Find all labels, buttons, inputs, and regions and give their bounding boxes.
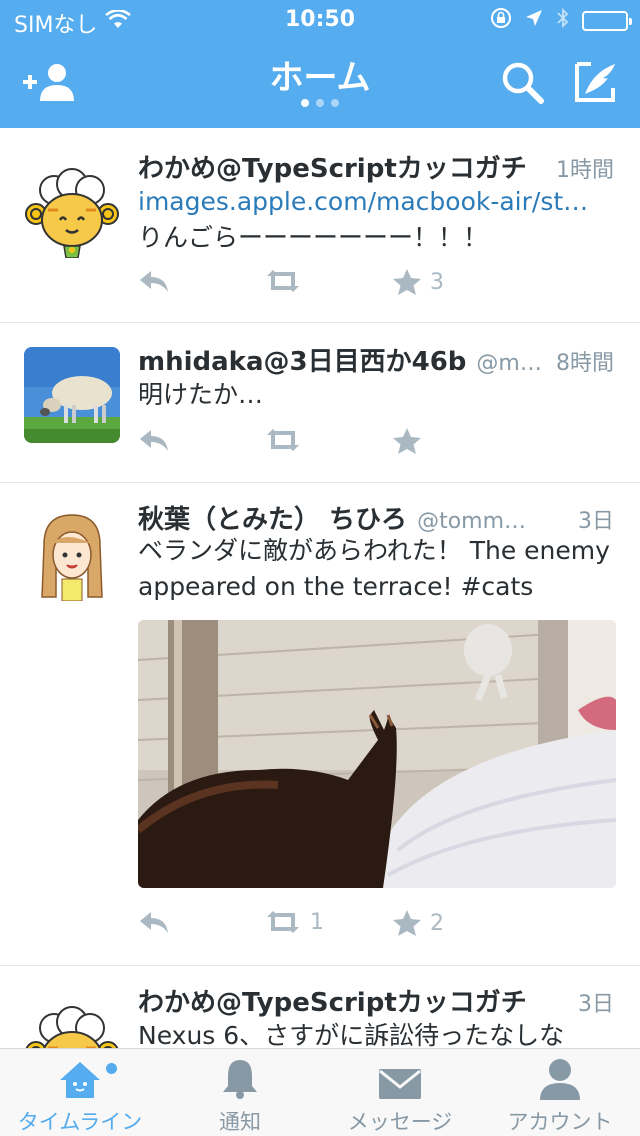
tweet-author-handle[interactable]: @tomm… bbox=[417, 509, 572, 534]
tweet-link[interactable]: images.apple.com/macbook-air/st… bbox=[138, 184, 618, 220]
battery-icon bbox=[582, 11, 632, 31]
search-icon bbox=[500, 60, 544, 108]
retweet-icon bbox=[267, 911, 299, 933]
favorite-button[interactable]: 2 bbox=[392, 909, 444, 937]
tweet-header: わかめ@TypeScriptカッコガチ 3日 bbox=[138, 982, 614, 1022]
envelope-icon bbox=[378, 1057, 422, 1100]
tweet-header: mhidaka@3日目西か46b @mhi… 8時間 bbox=[138, 341, 614, 381]
reply-icon bbox=[140, 912, 168, 933]
page-dot bbox=[316, 99, 324, 107]
retweet-count: 1 bbox=[310, 909, 324, 935]
home-icon bbox=[58, 1057, 102, 1100]
retweet-button[interactable]: 1 bbox=[264, 909, 324, 935]
favorite-count: 3 bbox=[430, 269, 444, 295]
tweet[interactable]: わかめ@TypeScriptカッコガチ 1時間 images.apple.com… bbox=[0, 128, 640, 323]
tab-notifications[interactable]: 通知 bbox=[160, 1049, 320, 1136]
bell-icon bbox=[220, 1057, 260, 1100]
tab-bar: タイムライン 通知 メッセージ アカウント bbox=[0, 1048, 640, 1136]
retweet-button[interactable] bbox=[264, 268, 310, 294]
tweet-header: わかめ@TypeScriptカッコガチ 1時間 bbox=[138, 148, 614, 188]
unread-dot bbox=[106, 1063, 117, 1074]
star-icon bbox=[393, 910, 421, 936]
compose-button[interactable] bbox=[570, 58, 622, 110]
person-icon bbox=[538, 1057, 582, 1100]
star-icon bbox=[393, 428, 421, 454]
tweet-author-handle[interactable]: @mhi… bbox=[476, 351, 550, 376]
tab-label: アカウント bbox=[507, 1110, 613, 1134]
tweet-author-name[interactable]: わかめ@TypeScriptカッコガチ bbox=[138, 148, 527, 185]
tweet-text: 明けたか… bbox=[138, 380, 264, 409]
tweet[interactable]: わかめ@TypeScriptカッコガチ 3日 Nexus 6、さすがに訴訟待った… bbox=[0, 966, 640, 1048]
bluetooth-icon bbox=[556, 6, 570, 36]
tab-timeline[interactable]: タイムライン bbox=[0, 1049, 160, 1136]
rotation-lock-icon bbox=[490, 7, 512, 35]
timeline[interactable]: わかめ@TypeScriptカッコガチ 1時間 images.apple.com… bbox=[0, 128, 640, 1048]
tab-label: タイムライン bbox=[17, 1110, 143, 1134]
avatar[interactable] bbox=[24, 1000, 120, 1048]
tweet[interactable]: 秋葉（とみた） ちひろ @tomm… 3日 ベランダに敵があらわれた！ The … bbox=[0, 483, 640, 966]
favorite-button[interactable]: 3 bbox=[392, 268, 444, 296]
star-icon bbox=[393, 269, 421, 295]
tweet-text: ベランダに敵があらわれた！ The enemy appeared on the … bbox=[138, 536, 610, 601]
reply-icon bbox=[140, 430, 168, 451]
page-dot bbox=[331, 99, 339, 107]
tab-label: 通知 bbox=[219, 1110, 261, 1134]
avatar[interactable] bbox=[24, 347, 120, 443]
page-dot bbox=[301, 99, 309, 107]
tweet-time: 3日 bbox=[578, 509, 614, 534]
tweet-time: 3日 bbox=[578, 992, 614, 1017]
tweet-author-name[interactable]: わかめ@TypeScriptカッコガチ bbox=[138, 982, 527, 1019]
favorite-button[interactable] bbox=[392, 427, 430, 455]
tab-label: メッセージ bbox=[347, 1110, 453, 1134]
reply-button[interactable] bbox=[138, 268, 170, 294]
reply-button[interactable] bbox=[138, 427, 170, 453]
nav-header: SIMなし 10:50 ホーム bbox=[0, 0, 640, 128]
status-right bbox=[490, 6, 632, 36]
avatar[interactable] bbox=[24, 162, 120, 258]
tweet-author-name[interactable]: mhidaka@3日目西か46b bbox=[138, 341, 466, 378]
search-button[interactable] bbox=[496, 58, 548, 110]
compose-icon bbox=[573, 60, 619, 108]
tab-account[interactable]: アカウント bbox=[480, 1049, 640, 1136]
reply-button[interactable] bbox=[138, 909, 170, 935]
retweet-icon bbox=[267, 270, 299, 292]
tweet-text: Nexus 6、さすがに訴訟待ったなしな bbox=[138, 1021, 565, 1048]
avatar[interactable] bbox=[24, 505, 120, 601]
tweet-text: りんごらーーーーーーー！！！ bbox=[138, 223, 489, 252]
retweet-button[interactable] bbox=[264, 427, 310, 453]
tweet-time: 8時間 bbox=[556, 351, 614, 376]
status-bar: SIMなし 10:50 bbox=[0, 0, 640, 40]
tweet[interactable]: mhidaka@3日目西か46b @mhi… 8時間 明けたか… bbox=[0, 323, 640, 483]
tweet-author-name[interactable]: 秋葉（とみた） ちひろ bbox=[138, 499, 407, 536]
reply-icon bbox=[140, 271, 168, 292]
retweet-icon bbox=[267, 429, 299, 451]
location-icon bbox=[524, 8, 544, 34]
tweet-time: 1時間 bbox=[556, 158, 614, 183]
tab-messages[interactable]: メッセージ bbox=[320, 1049, 480, 1136]
favorite-count: 2 bbox=[430, 910, 444, 936]
tweet-media-image[interactable] bbox=[138, 620, 616, 888]
